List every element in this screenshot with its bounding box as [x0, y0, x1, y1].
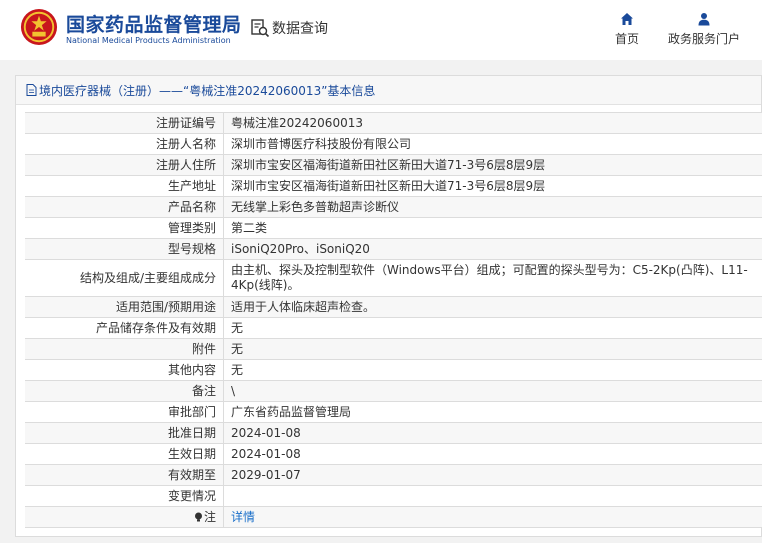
field-value: 深圳市普博医疗科技股份有限公司: [231, 137, 412, 151]
field-label: 适用范围/预期用途: [25, 297, 224, 317]
note-label: 注: [25, 507, 224, 527]
note-value: 详情: [224, 507, 762, 527]
table-row: 管理类别 第二类: [25, 218, 762, 239]
national-emblem-icon: [20, 8, 58, 46]
field-label: 生效日期: [25, 444, 224, 464]
document-icon: [26, 84, 37, 96]
field-label: 产品名称: [25, 197, 224, 217]
field-label: 注册证编号: [25, 113, 224, 133]
field-label: 审批部门: [25, 402, 224, 422]
table-row: 其他内容 无: [25, 360, 762, 381]
field-value: 无: [231, 342, 244, 356]
field-value: 无: [231, 363, 244, 377]
table-row: 注册人住所 深圳市宝安区福海街道新田社区新田大道71-3号6层8层9层: [25, 155, 762, 176]
field-label: 注册人住所: [25, 155, 224, 175]
field-value: 深圳市宝安区福海街道新田社区新田大道71-3号6层8层9层: [231, 179, 546, 193]
field-label: 附件: [25, 339, 224, 359]
field-value: 无: [231, 321, 244, 335]
table-row: 型号规格 iSoniQ20Pro、iSoniQ20: [25, 239, 762, 260]
field-label: 型号规格: [25, 239, 224, 259]
field-value: 由主机、探头及控制型软件（Windows平台）组成；可配置的探头型号为：C5-2…: [231, 263, 748, 292]
bulb-icon: [194, 512, 202, 522]
table-row: 产品储存条件及有效期 无: [25, 318, 762, 339]
field-value: 深圳市宝安区福海街道新田社区新田大道71-3号6层8层9层: [231, 158, 546, 172]
site-subtitle: National Medical Products Administration: [66, 36, 231, 45]
field-label: 备注: [25, 381, 224, 401]
field-value: 适用于人体临床超声检查。: [231, 300, 376, 314]
field-label: 结构及组成/主要组成成分: [25, 260, 224, 296]
home-icon: [621, 13, 633, 25]
field-value: 2024-01-08: [231, 426, 301, 440]
field-value: [224, 486, 762, 506]
breadcrumb-text: 境内医疗器械（注册）——“粤械注准20242060013”基本信息: [39, 83, 376, 98]
field-value: \: [231, 384, 236, 398]
nav-home[interactable]: 首页: [612, 12, 642, 47]
table-row: 变更情况: [25, 486, 762, 507]
table-row: 备注 \: [25, 381, 762, 402]
field-value: iSoniQ20Pro、iSoniQ20: [231, 242, 370, 256]
field-label: 变更情况: [25, 486, 224, 506]
table-row: 有效期至 2029-01-07: [25, 465, 762, 486]
table-row: 批准日期 2024-01-08: [25, 423, 762, 444]
nav-service-portal[interactable]: 政务服务门户: [664, 12, 744, 47]
note-row: 注 详情: [25, 507, 762, 528]
table-row: 生效日期 2024-01-08: [25, 444, 762, 465]
detail-table: 注册证编号 粤械注准20242060013 注册人名称 深圳市普博医疗科技股份有…: [25, 112, 762, 528]
table-row: 适用范围/预期用途 适用于人体临床超声检查。: [25, 297, 762, 318]
table-row: 生产地址 深圳市宝安区福海街道新田社区新田大道71-3号6层8层9层: [25, 176, 762, 197]
data-query-link[interactable]: 数据查询: [250, 17, 328, 39]
field-value: 广东省药品监督管理局: [231, 405, 352, 419]
field-value: 2029-01-07: [231, 468, 301, 482]
search-document-icon: [251, 19, 270, 38]
user-icon: [698, 13, 710, 26]
field-value: 第二类: [231, 221, 268, 235]
note-label-text: 注: [203, 510, 216, 524]
breadcrumb: 境内医疗器械（注册）——“粤械注准20242060013”基本信息: [16, 76, 761, 105]
table-row: 审批部门 广东省药品监督管理局: [25, 402, 762, 423]
table-row: 注册证编号 粤械注准20242060013: [25, 113, 762, 134]
field-label: 生产地址: [25, 176, 224, 196]
table-row: 结构及组成/主要组成成分 由主机、探头及控制型软件（Windows平台）组成；可…: [25, 260, 762, 297]
table-row: 产品名称 无线掌上彩色多普勒超声诊断仪: [25, 197, 762, 218]
field-label: 注册人名称: [25, 134, 224, 154]
field-value: 2024-01-08: [231, 447, 301, 461]
field-label: 批准日期: [25, 423, 224, 443]
details-link[interactable]: 详情: [231, 510, 255, 524]
field-label: 其他内容: [25, 360, 224, 380]
data-query-label: 数据查询: [272, 21, 328, 37]
field-label: 有效期至: [25, 465, 224, 485]
site-title[interactable]: 国家药品监督管理局: [66, 10, 242, 37]
field-label: 产品储存条件及有效期: [25, 318, 224, 338]
nav-service-label: 政务服务门户: [667, 32, 740, 46]
field-value: 粤械注准20242060013: [231, 116, 363, 130]
table-row: 附件 无: [25, 339, 762, 360]
field-value: 无线掌上彩色多普勒超声诊断仪: [231, 200, 400, 214]
detail-panel: 境内医疗器械（注册）——“粤械注准20242060013”基本信息 注册证编号 …: [15, 75, 762, 537]
site-header: 国家药品监督管理局 National Medical Products Admi…: [0, 0, 762, 60]
table-row: 注册人名称 深圳市普博医疗科技股份有限公司: [25, 134, 762, 155]
field-label: 管理类别: [25, 218, 224, 238]
nav-home-label: 首页: [614, 32, 639, 46]
